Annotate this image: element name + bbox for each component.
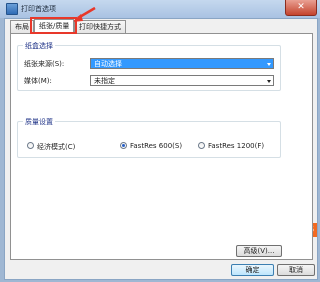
tab-layout[interactable]: 布局	[10, 20, 34, 34]
tray-selection-title: 纸盒选择	[23, 41, 55, 51]
advanced-button[interactable]: 高级(V)...	[236, 245, 282, 257]
chevron-down-icon	[267, 63, 271, 66]
fastres-1200-label[interactable]: FastRes 1200(F)	[208, 142, 264, 150]
title-bar[interactable]: 打印首选项 ✕	[0, 0, 320, 18]
economy-mode-label[interactable]: 经济模式(C)	[37, 142, 75, 152]
printer-app-icon	[6, 3, 18, 15]
print-preferences-window: 打印首选项 ✕ 布局 纸张/质量 打印快捷方式 纸盒选择 纸张来源(S): 自动…	[0, 0, 320, 282]
fastres-600-radio[interactable]	[120, 142, 127, 149]
economy-mode-radio[interactable]	[27, 142, 34, 149]
paper-quality-panel: 纸盒选择 纸张来源(S): 自动选择 媒体(M): 未指定 质量设置 经济模式(…	[10, 33, 313, 260]
media-value: 未指定	[94, 77, 115, 85]
paper-source-label: 纸张来源(S):	[24, 60, 65, 68]
fastres-600-label[interactable]: FastRes 600(S)	[130, 142, 182, 150]
quality-settings-title: 质量设置	[23, 117, 55, 127]
close-button[interactable]: ✕	[285, 0, 317, 16]
chevron-down-icon	[267, 80, 271, 83]
ok-button[interactable]: 确定	[231, 264, 274, 276]
fastres-1200-radio[interactable]	[198, 142, 205, 149]
tab-paper-quality[interactable]: 纸张/质量	[34, 19, 75, 34]
tray-selection-group: 纸盒选择 纸张来源(S): 自动选择 媒体(M): 未指定	[17, 41, 281, 91]
paper-source-select[interactable]: 自动选择	[90, 58, 274, 69]
quality-settings-group: 质量设置 经济模式(C) FastRes 600(S) FastRes 1200…	[17, 117, 281, 158]
paper-source-value: 自动选择	[94, 60, 122, 68]
media-select[interactable]: 未指定	[90, 75, 274, 86]
window-title: 打印首选项	[21, 5, 56, 13]
media-label: 媒体(M):	[24, 77, 52, 85]
cancel-button[interactable]: 取消	[277, 264, 315, 276]
dialog-body: 布局 纸张/质量 打印快捷方式 纸盒选择 纸张来源(S): 自动选择 媒体(M)…	[4, 18, 318, 280]
tab-print-shortcuts[interactable]: 打印快捷方式	[74, 20, 126, 34]
